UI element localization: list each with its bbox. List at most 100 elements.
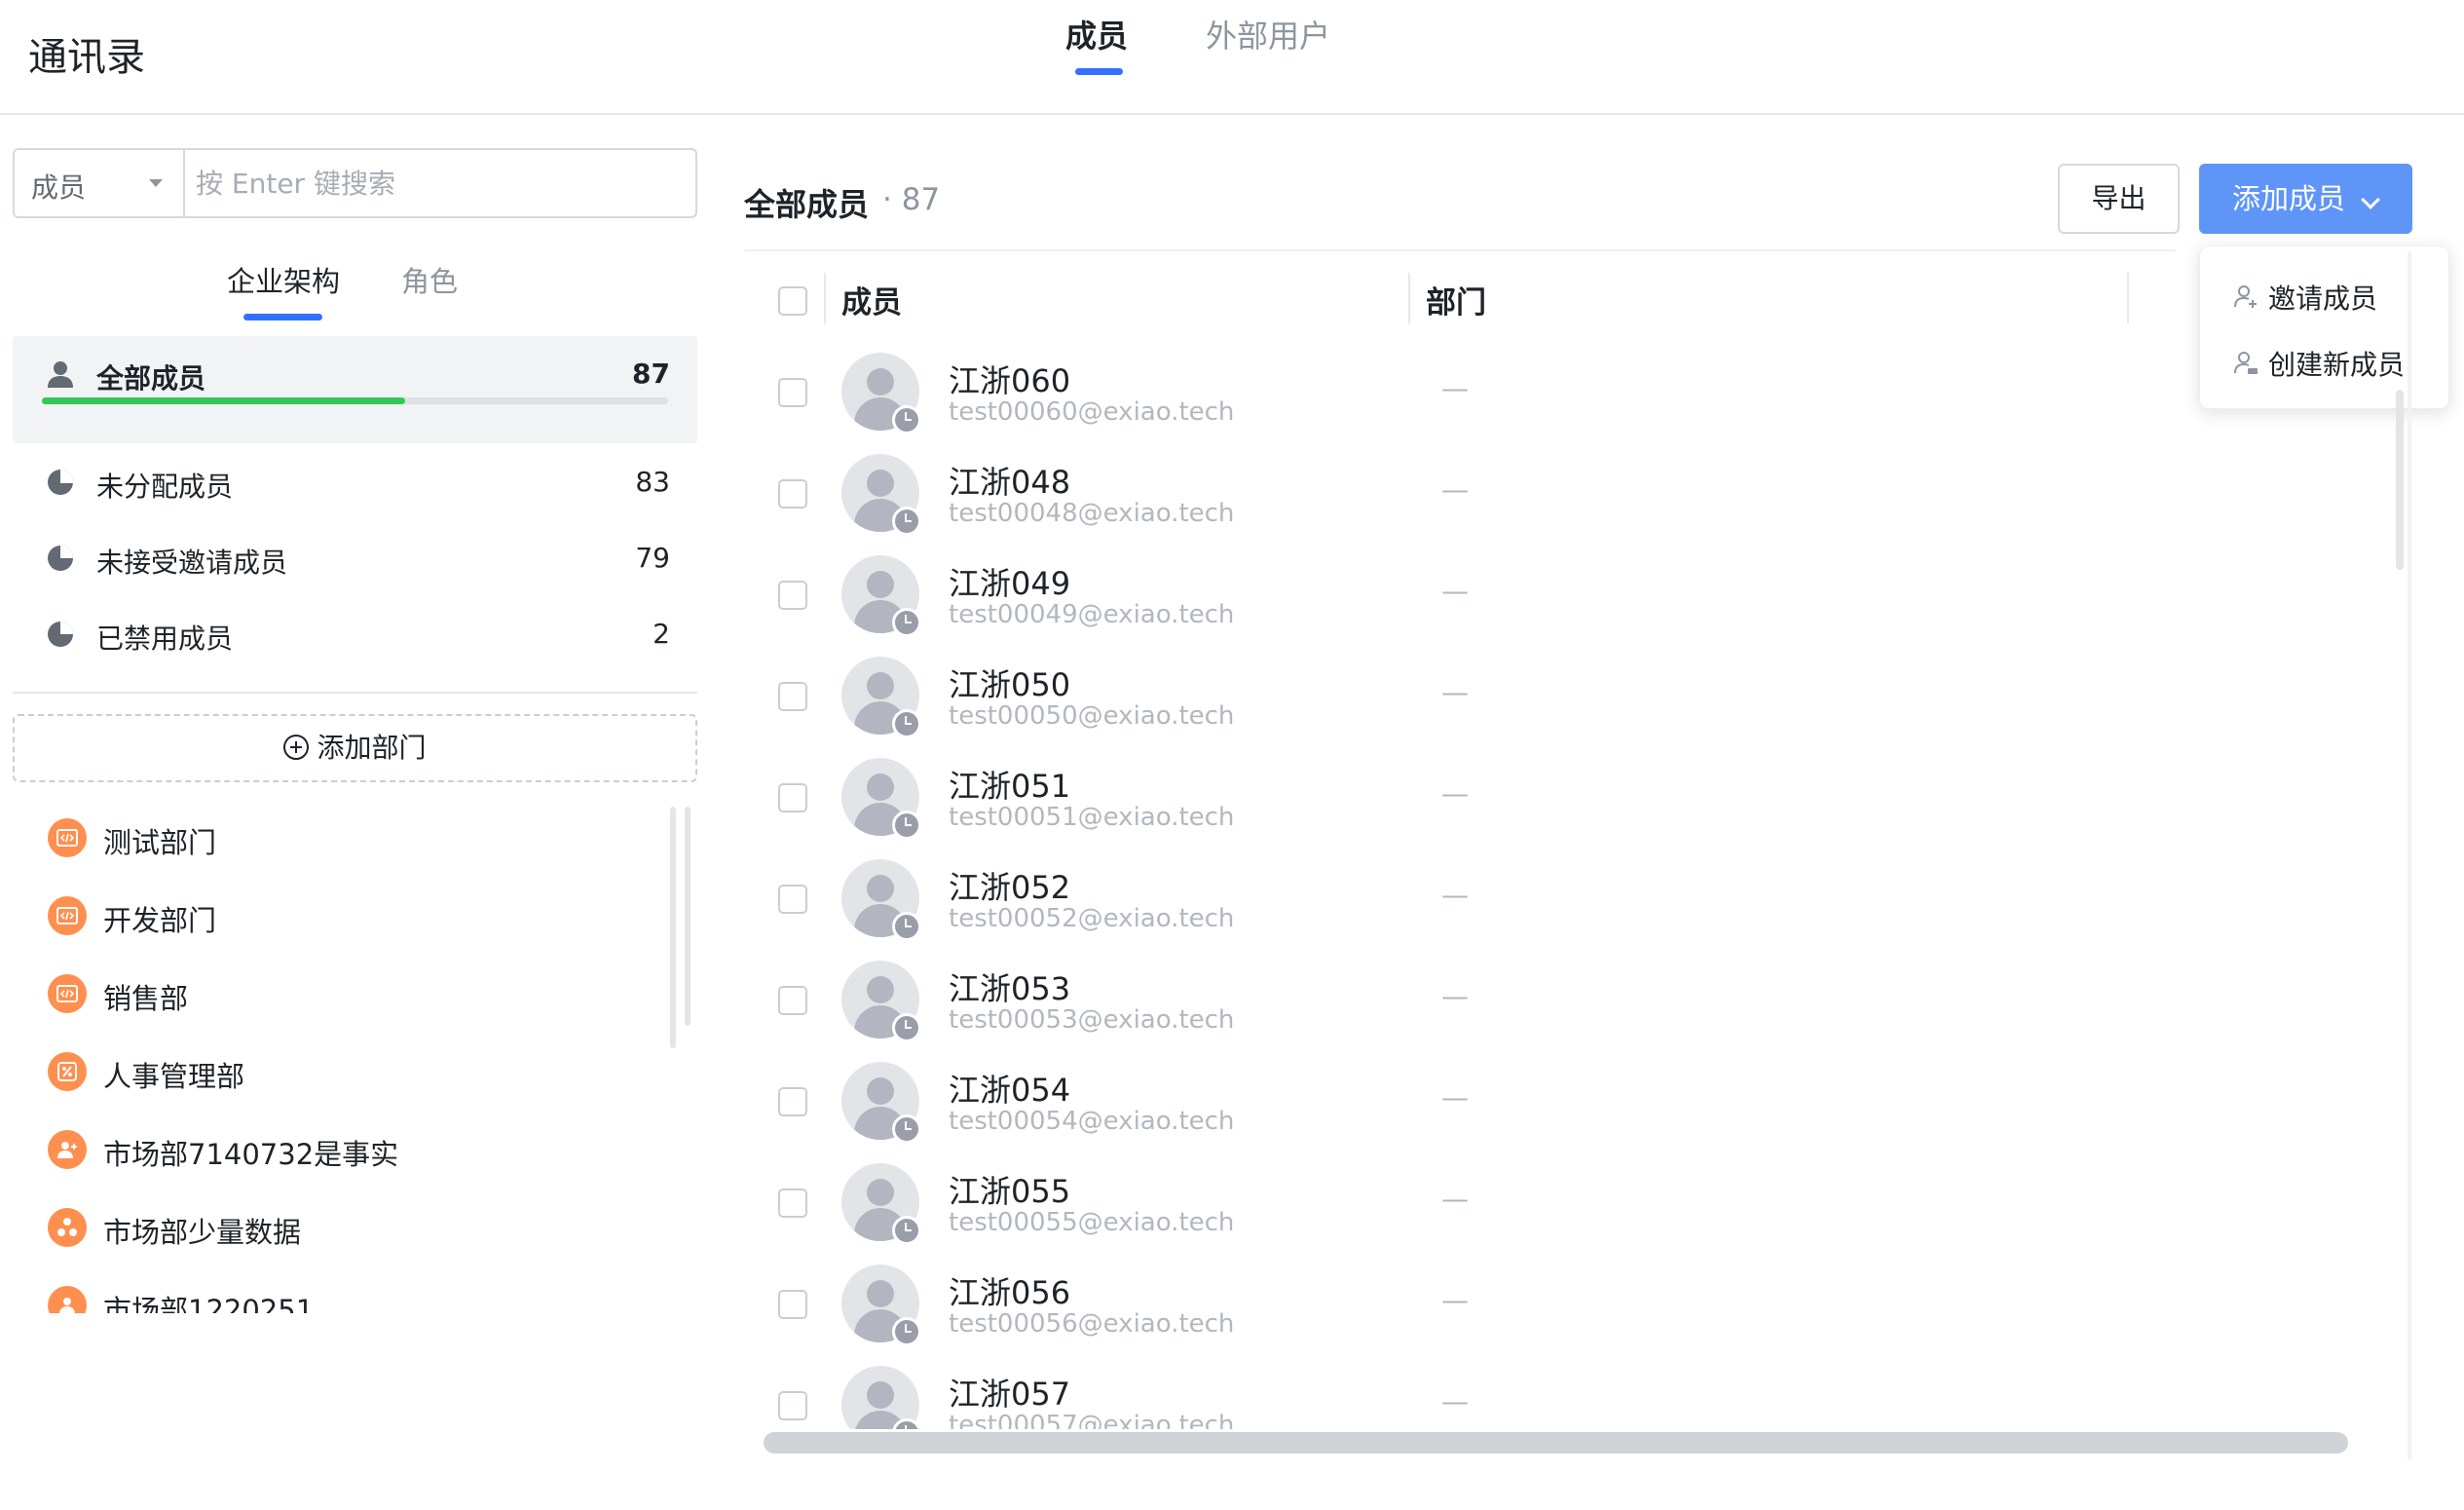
add-member-button[interactable]: 添加成员 (2199, 164, 2412, 234)
member-department: — (1441, 879, 1469, 911)
member-name: 江浙052 (949, 869, 1071, 906)
code-dept-icon (48, 974, 87, 1013)
table-row[interactable]: 江浙060 test00060@exiao.tech — (744, 343, 2400, 444)
group-count: 79 (635, 542, 670, 574)
table-row[interactable]: 江浙049 test00049@exiao.tech — (744, 546, 2400, 647)
department-item[interactable]: 市场部7140732是事实 (13, 1111, 675, 1189)
table-row[interactable]: 江浙050 test00050@exiao.tech — (744, 647, 2400, 748)
table-row[interactable]: 江浙057 test00057@exiao.tech — (744, 1356, 2400, 1429)
pending-clock-icon (892, 1317, 921, 1346)
row-checkbox[interactable] (778, 1087, 807, 1116)
org-dept-icon (48, 1208, 87, 1247)
row-checkbox[interactable] (778, 479, 807, 509)
member-department: — (1441, 980, 1469, 1012)
column-header-member: 成员 (841, 285, 902, 321)
select-all-checkbox[interactable] (778, 286, 807, 316)
department-label: 市场部少量数据 (103, 1216, 302, 1249)
search-scope-select[interactable]: 成员 (15, 150, 185, 216)
add-department-label: 添加部门 (317, 732, 427, 764)
group-progress-bar (42, 397, 668, 404)
pending-clock-icon (892, 709, 921, 738)
export-button[interactable]: 导出 (2058, 164, 2180, 234)
table-row[interactable]: 江浙052 test00052@exiao.tech — (744, 849, 2400, 951)
add-member-label: 添加成员 (2232, 182, 2346, 215)
member-name: 江浙054 (949, 1072, 1071, 1109)
row-checkbox[interactable] (778, 986, 807, 1015)
member-email: test00050@exiao.tech (949, 701, 1235, 731)
member-email: test00052@exiao.tech (949, 904, 1235, 933)
pie-icon (48, 546, 73, 571)
row-checkbox[interactable] (778, 1391, 807, 1420)
table-row[interactable]: 江浙053 test00053@exiao.tech — (744, 951, 2400, 1052)
group-all-members[interactable]: 全部成员 87 (13, 336, 697, 443)
member-name: 江浙053 (949, 970, 1071, 1007)
member-department: — (1441, 575, 1469, 607)
row-checkbox[interactable] (778, 885, 807, 914)
department-item[interactable]: 销售部 (13, 955, 675, 1033)
member-email: test00060@exiao.tech (949, 397, 1235, 427)
add-department-button[interactable]: 添加部门 (13, 714, 697, 782)
pie-icon (48, 622, 73, 647)
member-email: test00054@exiao.tech (949, 1107, 1235, 1136)
department-list: 测试部门 开发部门 销售部 人事管理部 市场部7140732是事实 市场部少量数… (13, 799, 675, 1313)
department-label: 人事管理部 (103, 1060, 245, 1093)
vertical-scrollbar[interactable] (2396, 390, 2404, 570)
search-box: 成员 (13, 148, 697, 218)
group-pending-invite[interactable]: 未接受邀请成员 79 (13, 524, 697, 594)
table-row[interactable]: 江浙055 test00055@exiao.tech — (744, 1153, 2400, 1255)
code-dept-icon (48, 818, 87, 857)
table-row[interactable]: 江浙048 test00048@exiao.tech — (744, 444, 2400, 546)
pending-clock-icon (892, 1013, 921, 1042)
member-department: — (1441, 1081, 1469, 1114)
pending-clock-icon (892, 1216, 921, 1245)
pending-clock-icon (892, 811, 921, 840)
table-row[interactable]: 江浙054 test00054@exiao.tech — (744, 1052, 2400, 1153)
member-department: — (1441, 372, 1469, 404)
subtab-roles[interactable]: 角色 (401, 259, 458, 300)
panel-scrollbar[interactable] (685, 807, 691, 1026)
pending-clock-icon (892, 507, 921, 536)
department-item[interactable]: 市场部1220251 (13, 1266, 675, 1313)
subtab-org-structure[interactable]: 企业架构 (227, 259, 340, 300)
invite-user-icon (2234, 285, 2257, 308)
top-header: 通讯录 成员 外部用户 (0, 0, 2464, 115)
table-row[interactable]: 江浙056 test00056@exiao.tech — (744, 1255, 2400, 1356)
department-list-scrollbar[interactable] (670, 807, 676, 1048)
chevron-down-icon (2361, 190, 2380, 209)
horizontal-scrollbar[interactable] (764, 1432, 2348, 1453)
row-checkbox[interactable] (778, 1290, 807, 1319)
department-item[interactable]: 测试部门 (13, 799, 675, 877)
search-input[interactable] (196, 158, 683, 208)
row-checkbox[interactable] (778, 581, 807, 610)
member-table-body: 江浙060 test00060@exiao.tech — 江浙048 test00048… (744, 343, 2400, 1429)
row-checkbox[interactable] (778, 378, 807, 407)
section-count: · 87 (882, 182, 941, 217)
percent-dept-icon (48, 1052, 87, 1091)
group-count: 83 (635, 466, 670, 498)
member-email: test00053@exiao.tech (949, 1005, 1235, 1035)
department-item[interactable]: 市场部少量数据 (13, 1189, 675, 1266)
group-label: 未接受邀请成员 (96, 547, 288, 579)
caret-down-icon (149, 179, 163, 187)
person-add-dept-icon (48, 1130, 87, 1169)
member-name: 江浙051 (949, 768, 1071, 805)
menu-item-invite-member[interactable]: 邀请成员 (2200, 264, 2450, 326)
table-row[interactable]: 江浙051 test00051@exiao.tech — (744, 748, 2400, 849)
column-divider (1408, 273, 1410, 323)
member-department: — (1441, 676, 1469, 708)
group-unassigned[interactable]: 未分配成员 83 (13, 448, 697, 518)
section-title: 全部成员 (744, 186, 870, 223)
tab-members[interactable]: 成员 (1065, 12, 1128, 57)
row-checkbox[interactable] (778, 783, 807, 812)
tab-external-users[interactable]: 外部用户 (1206, 12, 1330, 57)
row-checkbox[interactable] (778, 1189, 807, 1218)
department-item[interactable]: 开发部门 (13, 877, 675, 955)
department-item[interactable]: 人事管理部 (13, 1033, 675, 1111)
department-label: 测试部门 (103, 826, 217, 859)
member-department: — (1441, 1183, 1469, 1215)
row-checkbox[interactable] (778, 682, 807, 711)
pending-clock-icon (892, 1114, 921, 1144)
menu-item-label: 邀请成员 (2268, 283, 2378, 315)
pie-icon (48, 470, 73, 495)
group-disabled[interactable]: 已禁用成员 2 (13, 600, 697, 670)
